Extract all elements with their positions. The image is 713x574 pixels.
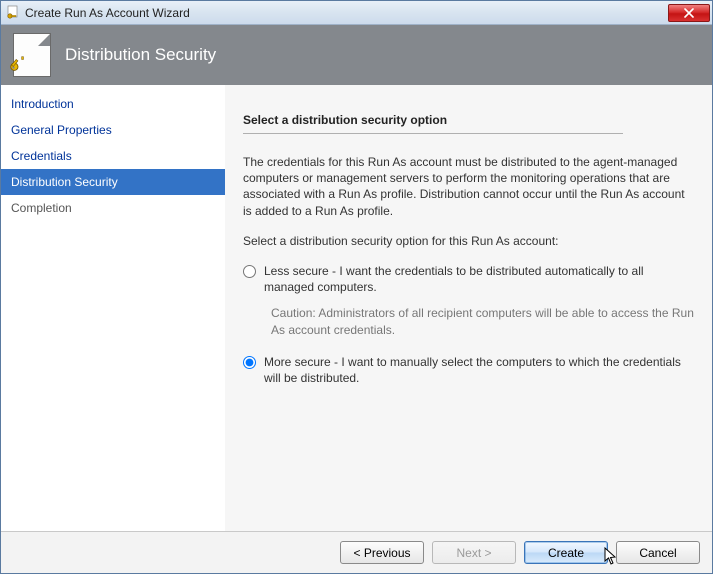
wizard-step-title: Distribution Security <box>65 45 216 65</box>
wizard-body: Introduction General Properties Credenti… <box>1 85 712 531</box>
radio-more-secure[interactable] <box>243 356 256 369</box>
content-heading: Select a distribution security option <box>243 113 623 134</box>
sidebar-item-completion[interactable]: Completion <box>1 195 225 221</box>
wizard-steps-sidebar: Introduction General Properties Credenti… <box>1 85 225 531</box>
wizard-footer: < Previous Next > Create Cancel <box>1 531 712 573</box>
next-button: Next > <box>432 541 516 564</box>
cancel-button[interactable]: Cancel <box>616 541 700 564</box>
intro-text: The credentials for this Run As account … <box>243 154 694 219</box>
sidebar-item-distribution-security[interactable]: Distribution Security <box>1 169 225 195</box>
option-less-secure[interactable]: Less secure - I want the credentials to … <box>243 263 694 295</box>
sidebar-item-credentials[interactable]: Credentials <box>1 143 225 169</box>
sidebar-item-introduction[interactable]: Introduction <box>1 91 225 117</box>
prompt-text: Select a distribution security option fo… <box>243 233 694 249</box>
create-button[interactable]: Create <box>524 541 608 564</box>
label-more-secure: More secure - I want to manually select … <box>264 354 694 386</box>
option-more-secure[interactable]: More secure - I want to manually select … <box>243 354 694 386</box>
close-icon <box>683 8 695 18</box>
window-title: Create Run As Account Wizard <box>25 6 668 20</box>
wizard-header: Distribution Security <box>1 25 712 85</box>
label-less-secure: Less secure - I want the credentials to … <box>264 263 694 295</box>
wizard-content: Select a distribution security option Th… <box>225 85 712 531</box>
title-bar: Create Run As Account Wizard <box>1 1 712 25</box>
close-button[interactable] <box>668 4 710 22</box>
app-icon <box>5 5 21 21</box>
radio-less-secure[interactable] <box>243 265 256 278</box>
previous-button[interactable]: < Previous <box>340 541 424 564</box>
caution-text: Caution: Administrators of all recipient… <box>271 305 694 337</box>
sidebar-item-general-properties[interactable]: General Properties <box>1 117 225 143</box>
page-key-icon <box>13 33 51 77</box>
